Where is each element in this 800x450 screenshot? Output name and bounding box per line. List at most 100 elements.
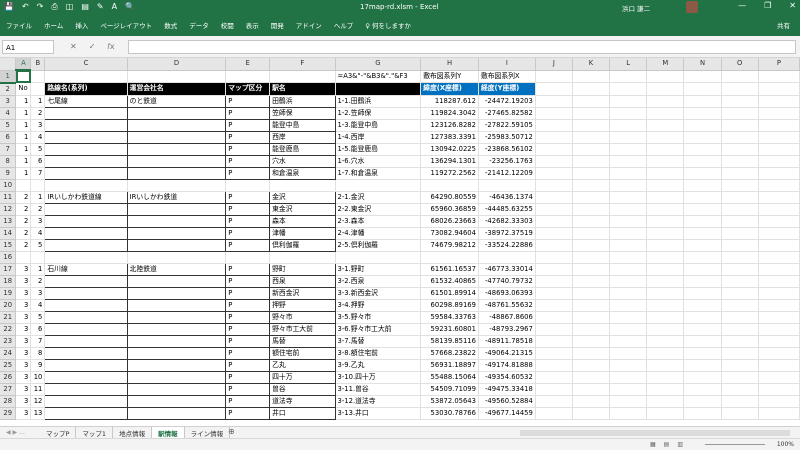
- cell-o11[interactable]: [721, 191, 759, 204]
- cell-h6[interactable]: 127383.3391: [420, 131, 479, 144]
- cell-j15[interactable]: [535, 239, 573, 252]
- cell-a7[interactable]: 1: [15, 143, 32, 156]
- cell-c21[interactable]: [44, 310, 128, 324]
- cell-m20[interactable]: [646, 299, 685, 312]
- sheet-nav-arrows[interactable]: ◀ ▶ …: [6, 429, 25, 436]
- column-header-f[interactable]: F: [269, 58, 336, 71]
- cell-l2[interactable]: [609, 82, 648, 96]
- select-all-corner[interactable]: [0, 58, 17, 71]
- cell-i24[interactable]: -49064.21315: [478, 347, 536, 360]
- cell-i10[interactable]: [478, 179, 536, 192]
- cell-n29[interactable]: [683, 407, 722, 420]
- cell-c1[interactable]: [44, 70, 128, 83]
- cell-o16[interactable]: [721, 251, 759, 264]
- cell-p1[interactable]: [758, 70, 800, 83]
- cell-b19[interactable]: 3: [30, 287, 46, 300]
- cell-b16[interactable]: [30, 251, 46, 264]
- column-header-h[interactable]: H: [420, 58, 479, 71]
- formula-input[interactable]: [128, 40, 796, 54]
- cell-g11[interactable]: 2-1.金沢: [335, 191, 422, 204]
- cell-f20[interactable]: 押野: [269, 298, 336, 312]
- cell-o6[interactable]: [721, 131, 759, 144]
- cell-b2[interactable]: [30, 82, 46, 96]
- horizontal-scrollbar[interactable]: [520, 430, 790, 436]
- cell-e14[interactable]: P: [225, 226, 271, 240]
- cell-b10[interactable]: [30, 179, 46, 192]
- cell-f5[interactable]: 能登中島: [269, 118, 336, 132]
- cell-d11[interactable]: IRいしかわ鉄道: [126, 190, 227, 204]
- cell-k22[interactable]: [572, 323, 611, 336]
- cell-d7[interactable]: [126, 142, 227, 156]
- cell-n17[interactable]: [683, 263, 722, 276]
- cell-l16[interactable]: [609, 251, 648, 264]
- cell-f11[interactable]: 金沢: [269, 190, 336, 204]
- cell-b24[interactable]: 8: [30, 347, 46, 360]
- cell-i29[interactable]: -49677.14459: [478, 407, 536, 420]
- cell-l28[interactable]: [609, 395, 648, 408]
- cell-l7[interactable]: [609, 143, 648, 156]
- cell-h8[interactable]: 136294.1301: [420, 155, 479, 168]
- cell-l4[interactable]: [609, 107, 648, 120]
- cell-p11[interactable]: [758, 191, 800, 204]
- cell-o7[interactable]: [721, 143, 759, 156]
- cell-m18[interactable]: [646, 275, 685, 288]
- cell-g29[interactable]: 3-13.井口: [335, 407, 422, 420]
- cell-a21[interactable]: 3: [15, 311, 32, 324]
- cell-c19[interactable]: [44, 286, 128, 300]
- cell-e5[interactable]: P: [225, 118, 271, 132]
- cell-k26[interactable]: [572, 371, 611, 384]
- cell-e23[interactable]: P: [225, 334, 271, 348]
- cell-p19[interactable]: [758, 287, 800, 300]
- save-icon[interactable]: 💾: [4, 2, 14, 12]
- cell-h18[interactable]: 61532.40865: [420, 275, 479, 288]
- cell-n19[interactable]: [683, 287, 722, 300]
- cell-l26[interactable]: [609, 371, 648, 384]
- cell-h28[interactable]: 53872.05643: [420, 395, 479, 408]
- cell-j2[interactable]: [535, 82, 573, 96]
- search-icon[interactable]: 🔍: [125, 2, 135, 12]
- cell-g19[interactable]: 3-3.新西金沢: [335, 287, 422, 300]
- cell-i26[interactable]: -49354.60532: [478, 371, 536, 384]
- cell-k13[interactable]: [572, 215, 611, 228]
- cell-l9[interactable]: [609, 167, 648, 180]
- cell-h12[interactable]: 65960.36859: [420, 203, 479, 216]
- cell-j28[interactable]: [535, 395, 573, 408]
- cell-h7[interactable]: 130942.0225: [420, 143, 479, 156]
- cell-i15[interactable]: -33524.22886: [478, 239, 536, 252]
- cell-c23[interactable]: [44, 334, 128, 348]
- cell-a24[interactable]: 3: [15, 347, 32, 360]
- cell-p25[interactable]: [758, 359, 800, 372]
- cell-k4[interactable]: [572, 107, 611, 120]
- cell-m4[interactable]: [646, 107, 685, 120]
- row-header[interactable]: 15: [0, 239, 17, 252]
- cell-e24[interactable]: P: [225, 346, 271, 360]
- cell-e18[interactable]: P: [225, 274, 271, 288]
- cell-e29[interactable]: P: [225, 406, 271, 420]
- cell-g14[interactable]: 2-4.津幡: [335, 227, 422, 240]
- cell-d5[interactable]: [126, 118, 227, 132]
- row-header[interactable]: 13: [0, 215, 17, 228]
- cell-m11[interactable]: [646, 191, 685, 204]
- table-icon[interactable]: ▤: [81, 2, 89, 12]
- cell-i9[interactable]: -21412.12209: [478, 167, 536, 180]
- cell-j18[interactable]: [535, 275, 573, 288]
- column-header-g[interactable]: G: [335, 58, 422, 71]
- cell-e3[interactable]: P: [225, 94, 271, 108]
- cell-a3[interactable]: 1: [15, 95, 32, 108]
- cell-p9[interactable]: [758, 167, 800, 180]
- cell-o26[interactable]: [721, 371, 759, 384]
- cell-c11[interactable]: IRいしかわ鉄道線: [44, 190, 128, 204]
- cell-a29[interactable]: 3: [15, 407, 32, 420]
- cell-g3[interactable]: 1-1.田鶴浜: [335, 95, 422, 108]
- cell-h19[interactable]: 61501.89914: [420, 287, 479, 300]
- cell-b20[interactable]: 4: [30, 299, 46, 312]
- cell-h2[interactable]: 緯度(X座標): [420, 82, 479, 96]
- cell-d9[interactable]: [126, 166, 227, 180]
- cell-b15[interactable]: 5: [30, 239, 46, 252]
- cell-f18[interactable]: 西泉: [269, 274, 336, 288]
- cell-n4[interactable]: [683, 107, 722, 120]
- cell-a26[interactable]: 3: [15, 371, 32, 384]
- cell-o28[interactable]: [721, 395, 759, 408]
- cell-b27[interactable]: 11: [30, 383, 46, 396]
- row-header[interactable]: 7: [0, 143, 17, 156]
